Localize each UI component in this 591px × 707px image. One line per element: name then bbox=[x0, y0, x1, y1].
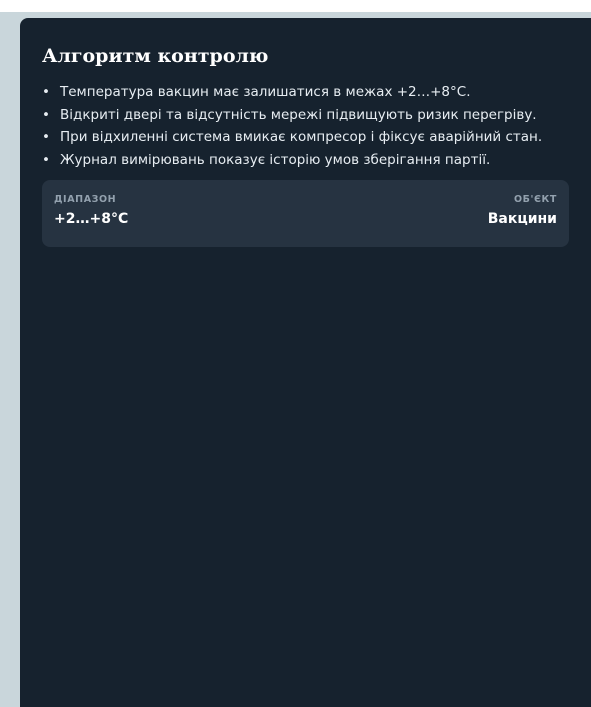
object-value: Вакцини bbox=[487, 211, 557, 227]
range-column: ДІАПАЗОН +2…+8°C bbox=[54, 194, 128, 247]
range-label: ДІАПАЗОН bbox=[54, 194, 117, 205]
control-algorithm-panel: Алгоритм контролю Температура вакцин має… bbox=[20, 18, 591, 707]
list-item-compressor: При відхиленні система вмикає компресор … bbox=[42, 129, 569, 146]
list-item-log: Журнал вимірювань показує історію умов з… bbox=[42, 152, 569, 169]
range-value: +2…+8°C bbox=[54, 211, 129, 227]
object-column: ОБ'ЄКТ Вакцини bbox=[488, 194, 557, 247]
backdrop-strip bbox=[0, 0, 591, 12]
list-item-overheat-risk: Відкриті двері та відсутність мережі під… bbox=[42, 107, 569, 124]
algorithm-list: Температура вакцин має залишатися в межа… bbox=[42, 84, 569, 168]
range-info-card: ДІАПАЗОН +2…+8°C ОБ'ЄКТ Вакцини bbox=[42, 180, 569, 247]
list-item-temperature: Температура вакцин має залишатися в межа… bbox=[42, 84, 569, 101]
panel-title: Алгоритм контролю bbox=[42, 45, 269, 67]
object-label: ОБ'ЄКТ bbox=[513, 194, 557, 205]
